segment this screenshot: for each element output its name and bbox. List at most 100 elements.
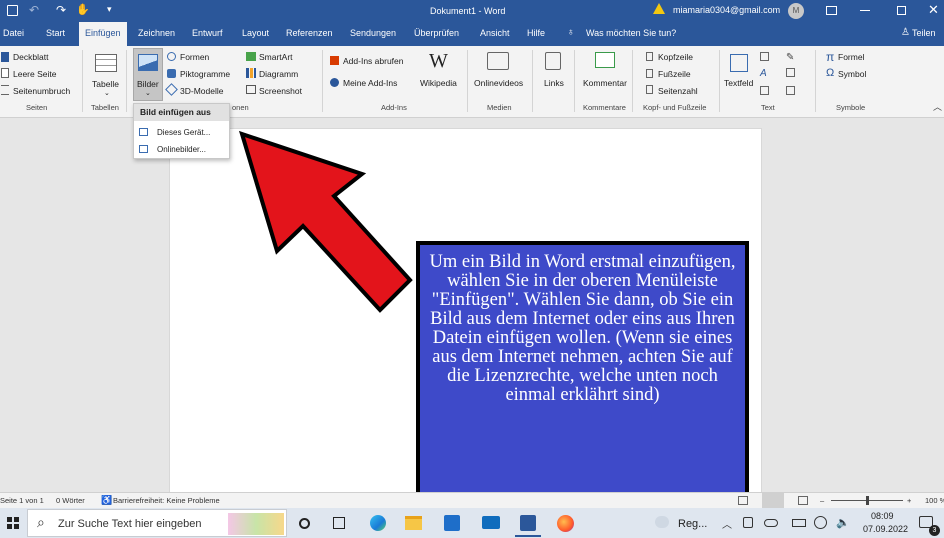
tab-einfuegen[interactable]: Einfügen [79, 22, 127, 46]
mail-icon[interactable] [482, 516, 500, 529]
weather-icon[interactable] [655, 516, 669, 528]
tab-datei[interactable]: Datei [3, 28, 24, 38]
warning-icon[interactable] [653, 3, 665, 14]
page-break-button[interactable]: Seitenumbruch [13, 86, 70, 96]
tab-ueberpruefen[interactable]: Überprüfen [414, 28, 459, 38]
battery-icon[interactable] [792, 519, 806, 527]
network-icon[interactable] [814, 516, 827, 529]
get-addins-button[interactable]: Add-Ins abrufen [343, 56, 403, 66]
3d-models-button[interactable]: 3D-Modelle [180, 86, 223, 96]
picture-icon [138, 54, 158, 71]
3d-models-icon [165, 83, 178, 96]
wikipedia-icon: W [429, 50, 448, 72]
redo-icon[interactable]: ↷ [56, 3, 66, 17]
cover-page-button[interactable]: Deckblatt [13, 52, 48, 62]
taskbar-search-box[interactable]: ⌕ Zur Suche Text hier eingeben [27, 509, 287, 537]
tab-zeichnen[interactable]: Zeichnen [138, 28, 175, 38]
pictures-chevron-icon: ⌄ [145, 90, 151, 97]
account-email[interactable]: miamaria0304@gmail.com [673, 5, 780, 15]
tab-layout[interactable]: Layout [242, 28, 269, 38]
accessibility-status[interactable]: Barrierefreiheit: Keine Probleme [113, 496, 220, 505]
page-count[interactable]: Seite 1 von 1 [0, 496, 44, 505]
tray-app-icon[interactable] [743, 517, 753, 528]
share-icon[interactable]: ♙ [901, 27, 910, 38]
my-addins-icon [330, 78, 339, 87]
tell-me-search[interactable]: Was möchten Sie tun? [586, 28, 676, 38]
minimize-icon[interactable] [860, 10, 870, 11]
blank-page-icon [1, 68, 9, 78]
links-button[interactable]: Links [544, 78, 564, 88]
zoom-level[interactable]: 100 % [925, 496, 944, 505]
customize-toolbar-icon[interactable]: ▾ [107, 4, 112, 15]
footer-button[interactable]: Fußzeile [658, 69, 691, 79]
clock-time[interactable]: 08:09 [871, 511, 894, 521]
tab-referenzen[interactable]: Referenzen [286, 28, 333, 38]
chevron-up-icon[interactable]: ︿ [722, 516, 732, 531]
arrow-shape [238, 130, 413, 313]
header-button[interactable]: Kopfzeile [658, 52, 693, 62]
symbol-button[interactable]: Symbol [838, 69, 866, 79]
online-pictures-icon [139, 145, 148, 153]
zoom-in-button[interactable]: + [907, 496, 911, 505]
status-bar: Seite 1 von 1 0 Wörter ♿ Barrierefreihei… [0, 492, 944, 508]
icons-button[interactable]: Piktogramme [180, 69, 230, 79]
ribbon-display-icon[interactable] [826, 6, 837, 15]
windows-start-icon[interactable] [7, 517, 19, 529]
close-icon[interactable]: ✕ [928, 2, 939, 18]
shapes-button[interactable]: Formen [180, 52, 209, 62]
print-layout-icon[interactable] [762, 493, 784, 508]
web-layout-icon[interactable] [798, 496, 808, 505]
table-chevron-icon[interactable]: ⌄ [104, 89, 110, 97]
group-label-medien: Medien [487, 103, 512, 112]
edge-icon[interactable] [370, 515, 386, 531]
wordart-icon[interactable]: A [760, 68, 767, 79]
online-video-button[interactable]: Onlinevideos [474, 78, 523, 88]
file-explorer-icon[interactable] [405, 516, 422, 530]
comment-button[interactable]: Kommentar [583, 78, 627, 88]
wikipedia-button[interactable]: Wikipedia [420, 78, 457, 88]
chart-icon [246, 68, 256, 78]
table-button[interactable]: Tabelle [92, 79, 119, 89]
tab-start[interactable]: Start [46, 28, 65, 38]
weather-text[interactable]: Reg... [678, 518, 707, 530]
textbox-button[interactable]: Textfeld [724, 78, 753, 88]
my-addins-button[interactable]: Meine Add-Ins [343, 78, 397, 88]
volume-icon[interactable]: 🔈 [836, 516, 850, 529]
zoom-slider-thumb[interactable] [866, 496, 869, 505]
quick-parts-icon[interactable] [760, 52, 769, 61]
task-view-icon[interactable] [333, 517, 345, 529]
save-icon[interactable] [7, 5, 18, 16]
smartart-button[interactable]: SmartArt [259, 52, 293, 62]
restore-icon[interactable] [897, 6, 906, 15]
clock-date[interactable]: 07.09.2022 [863, 524, 908, 534]
menu-item-online-pictures[interactable]: Onlinebilder... [157, 145, 206, 154]
store-icon[interactable] [444, 515, 460, 531]
menu-item-this-device[interactable]: Dieses Gerät... [157, 128, 210, 137]
tab-ansicht[interactable]: Ansicht [480, 28, 510, 38]
blank-page-button[interactable]: Leere Seite [13, 69, 56, 79]
onedrive-icon[interactable] [764, 519, 778, 527]
zoom-out-button[interactable]: – [820, 496, 824, 505]
tab-entwurf[interactable]: Entwurf [192, 28, 223, 38]
signature-line-icon[interactable]: ✎ [786, 52, 794, 63]
group-label-illustrations: onen [232, 103, 249, 112]
chart-button[interactable]: Diagramm [259, 69, 298, 79]
word-app-icon[interactable] [520, 515, 536, 531]
firefox-icon[interactable] [557, 515, 574, 532]
page-number-button[interactable]: Seitenzahl [658, 86, 698, 96]
tab-hilfe[interactable]: Hilfe [527, 28, 545, 38]
date-time-icon[interactable] [786, 68, 795, 77]
collapse-ribbon-icon[interactable]: ︿ [933, 100, 942, 113]
undo-icon[interactable]: ↶ [29, 3, 39, 17]
tab-sendungen[interactable]: Sendungen [350, 28, 396, 38]
equation-button[interactable]: Formel [838, 52, 864, 62]
dropcap-icon[interactable] [760, 86, 769, 95]
read-mode-icon[interactable] [738, 496, 748, 505]
screenshot-button[interactable]: Screenshot [259, 86, 302, 96]
share-button[interactable]: Teilen [912, 28, 936, 38]
avatar[interactable]: M [788, 3, 804, 19]
touch-mode-icon[interactable]: ✋ [76, 3, 90, 16]
cortana-icon[interactable] [299, 518, 310, 529]
object-icon[interactable] [786, 86, 795, 95]
word-count[interactable]: 0 Wörter [56, 496, 85, 505]
